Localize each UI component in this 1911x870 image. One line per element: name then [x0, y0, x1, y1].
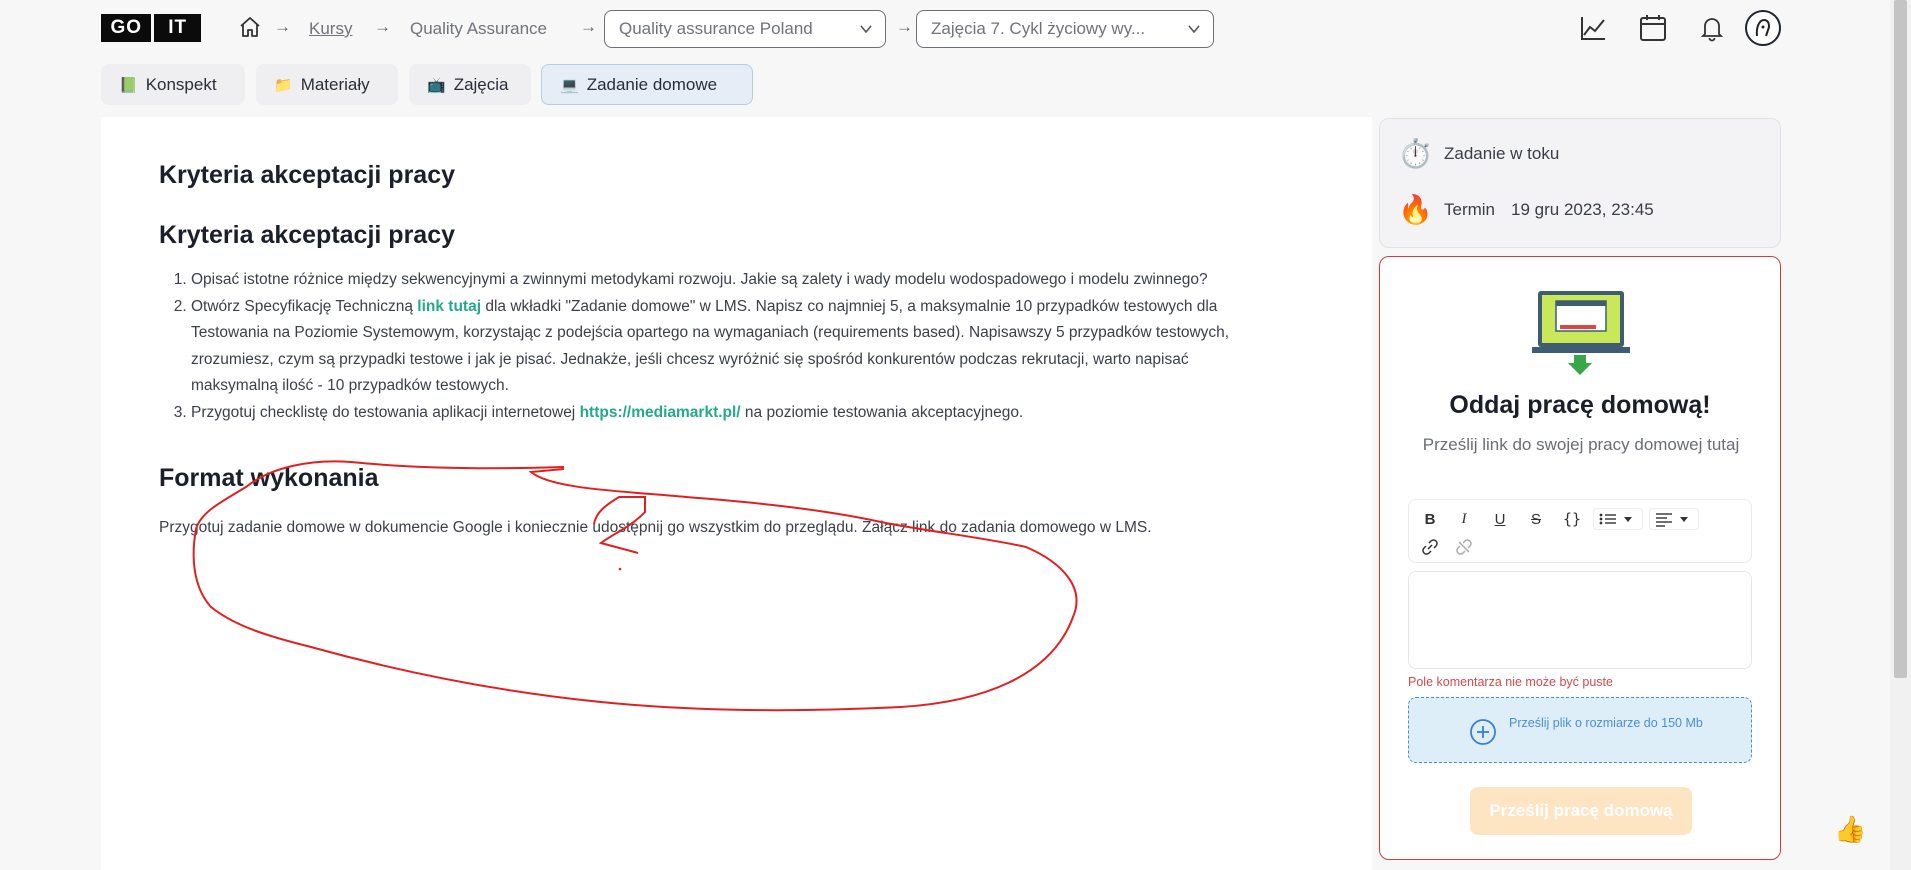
- red-scribble-annotation: [192, 460, 1078, 712]
- laptop-upload-illustration: [1532, 291, 1630, 375]
- breadcrumb-arrow-icon: →: [374, 17, 391, 36]
- align-dropdown-button[interactable]: [1649, 508, 1699, 530]
- homework-content: Kryteria akceptacji pracy Kryteria akcep…: [101, 117, 1372, 870]
- comment-textarea[interactable]: [1408, 571, 1752, 669]
- fire-icon: 🔥: [1398, 194, 1433, 225]
- comment-error-message: Pole komentarza nie może być puste: [1408, 675, 1613, 689]
- avatar-face-icon: [1755, 18, 1770, 37]
- breadcrumb-arrow-icon: →: [896, 17, 913, 36]
- submit-subtitle: Prześlij link do swojej pracy domowej tu…: [1422, 435, 1740, 454]
- calendar-icon[interactable]: [1638, 13, 1668, 43]
- goit-logo[interactable]: GO IT: [101, 14, 201, 42]
- page-scrollbar[interactable]: [1890, 0, 1911, 870]
- submit-title: Oddaj pracę domową!: [1449, 391, 1711, 419]
- scrollbar-thumb[interactable]: [1894, 0, 1907, 678]
- clock-icon: ⏱️: [1398, 138, 1433, 169]
- tab-konspekt[interactable]: 📗 Konspekt: [101, 64, 245, 105]
- tab-zajecia[interactable]: 📺 Zajęcia: [409, 64, 531, 105]
- home-icon[interactable]: [238, 15, 262, 39]
- avatar[interactable]: [1745, 10, 1781, 46]
- breadcrumb-course-label: Quality Assurance: [410, 19, 548, 38]
- tab-label: Materiały: [300, 74, 370, 94]
- folder-icon: 📁: [274, 76, 293, 94]
- link-button[interactable]: [1417, 536, 1443, 558]
- group-select-value: Quality assurance Poland: [619, 19, 813, 38]
- top-header: GO IT → Kursy → Quality Assurance → Qual…: [0, 0, 1890, 58]
- tab-label: Konspekt: [145, 74, 217, 94]
- breadcrumb-arrow-icon: →: [274, 17, 291, 36]
- code-button[interactable]: {}: [1559, 508, 1585, 530]
- breadcrumb-arrow-icon: →: [580, 17, 597, 36]
- group-select[interactable]: Quality assurance Poland: [604, 10, 886, 48]
- plus-circle-icon: [1470, 719, 1496, 745]
- lesson-select-value: Zajęcia 7. Cykl życiowy wy...: [931, 19, 1146, 38]
- chevron-down-icon: [1188, 25, 1200, 34]
- lesson-select[interactable]: Zajęcia 7. Cykl życiowy wy...: [916, 10, 1214, 48]
- deadline-value: 19 gru 2023, 23:45: [1511, 199, 1654, 219]
- breadcrumb-course[interactable]: Quality Assurance: [410, 13, 547, 45]
- book-icon: 📗: [119, 76, 138, 94]
- deadline-label: Termin: [1444, 199, 1496, 219]
- unlink-icon: [1456, 539, 1472, 555]
- submit-homework-card: Oddaj pracę domową! Prześlij link do swo…: [1379, 256, 1781, 860]
- bell-icon[interactable]: [1697, 13, 1727, 43]
- laptop-icon: 💻: [560, 76, 579, 94]
- breadcrumb-courses-label: Kursy: [309, 19, 353, 38]
- list-icon: [1599, 513, 1632, 525]
- strikethrough-button[interactable]: S: [1523, 508, 1549, 530]
- tab-zadanie-domowe[interactable]: 💻 Zadanie domowe: [541, 64, 753, 105]
- italic-button[interactable]: I: [1451, 508, 1477, 530]
- status-row: ⏱️ Zadanie w toku: [1398, 137, 1559, 170]
- list-dropdown-button[interactable]: [1593, 508, 1643, 530]
- file-upload-dropzone[interactable]: Prześlij plik o rozmiarze do 150 Mb: [1408, 697, 1752, 763]
- unlink-button[interactable]: [1451, 536, 1477, 558]
- deadline-row: 🔥 Termin 19 gru 2023, 23:45: [1398, 193, 1654, 226]
- status-card: ⏱️ Zadanie w toku 🔥 Termin 19 gru 2023, …: [1379, 118, 1781, 248]
- tv-icon: 📺: [427, 76, 446, 94]
- logo-it: IT: [154, 14, 201, 42]
- chart-icon[interactable]: [1578, 13, 1608, 43]
- tab-materialy[interactable]: 📁 Materiały: [256, 64, 398, 105]
- status-label: Zadanie w toku: [1444, 143, 1560, 163]
- logo-go: GO: [101, 14, 152, 42]
- underline-button[interactable]: U: [1487, 508, 1513, 530]
- align-left-icon: [1656, 513, 1688, 527]
- breadcrumb-courses[interactable]: Kursy: [309, 13, 352, 45]
- tab-label: Zajęcia: [453, 74, 509, 94]
- chevron-down-icon: [860, 25, 872, 34]
- bold-button[interactable]: B: [1417, 508, 1443, 530]
- link-icon: [1422, 539, 1438, 555]
- submit-homework-button[interactable]: Prześlij pracę domową: [1470, 787, 1692, 835]
- upload-hint: Prześlij plik o rozmiarze do 150 Mb: [1509, 716, 1703, 730]
- thumbs-up-icon[interactable]: 👍: [1834, 814, 1866, 845]
- editor-toolbar: B I U S {}: [1408, 499, 1752, 563]
- tab-label: Zadanie domowe: [586, 74, 718, 94]
